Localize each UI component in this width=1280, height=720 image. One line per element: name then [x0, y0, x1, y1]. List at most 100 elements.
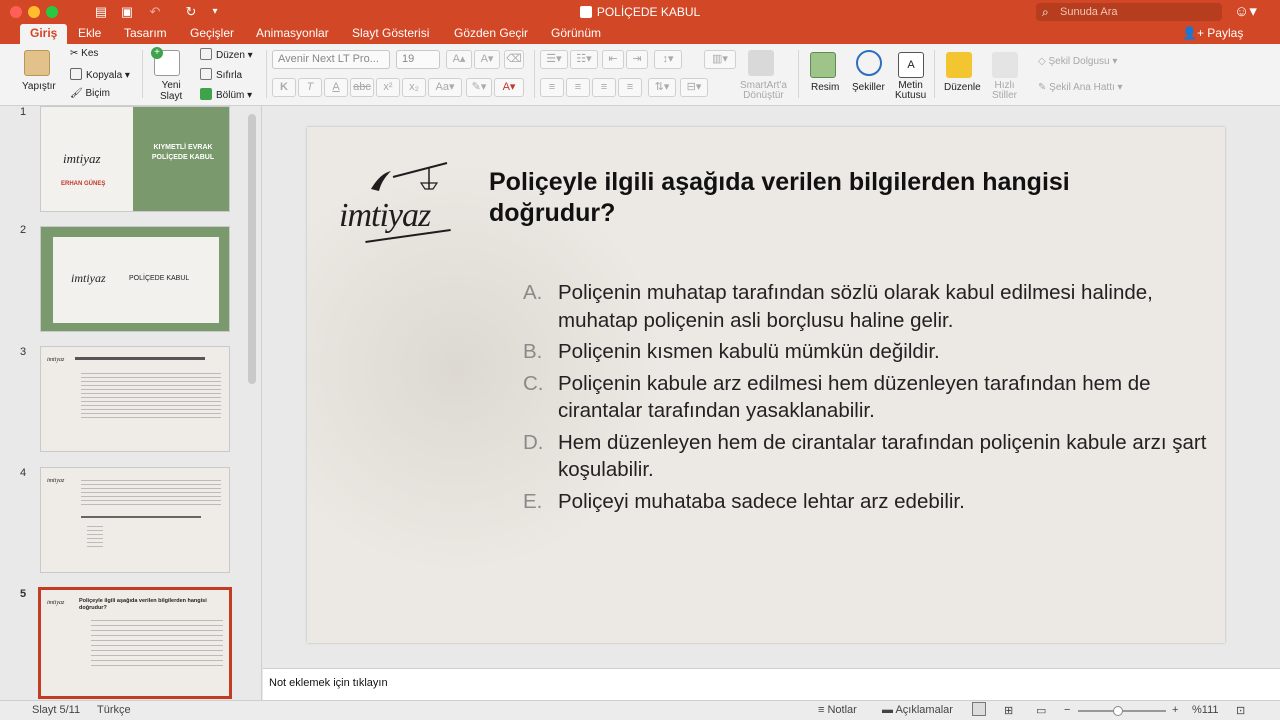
- slide-thumbnail-3[interactable]: imtiyaz: [40, 346, 230, 452]
- font-size-field[interactable]: 19: [396, 50, 440, 69]
- justify-icon[interactable]: ≡: [618, 78, 642, 97]
- align-text-icon[interactable]: ⊟▾: [680, 78, 708, 97]
- reading-view-icon[interactable]: ▭: [1036, 704, 1046, 717]
- tab-view[interactable]: Görünüm: [541, 24, 611, 44]
- tab-slideshow[interactable]: Slayt Gösterisi: [342, 24, 439, 44]
- smartart-icon[interactable]: [748, 50, 774, 76]
- copy-button[interactable]: Kopyala ▾: [70, 68, 130, 81]
- slide-logo: imtiyaz: [339, 197, 431, 234]
- cut-button[interactable]: ✂ Kes: [70, 48, 98, 59]
- reset-button[interactable]: Sıfırla: [200, 68, 242, 81]
- zoom-out-icon[interactable]: −: [1064, 704, 1070, 716]
- slide-title[interactable]: Poliçeyle ilgili aşağıda verilen bilgile…: [489, 167, 1189, 229]
- tab-animations[interactable]: Animasyonlar: [246, 24, 339, 44]
- thumbnail-scrollbar[interactable]: [248, 114, 256, 384]
- quick-styles-button[interactable]: Hızlı Stiller: [992, 81, 1017, 101]
- thumb-logo: imtiyaz: [47, 478, 65, 484]
- bold-button[interactable]: K: [272, 78, 296, 97]
- slide-thumbnail-5[interactable]: imtiyaz Poliçeyle ilgili aşağıda verilen…: [38, 587, 232, 699]
- underline-button[interactable]: A: [324, 78, 348, 97]
- strikethrough-button[interactable]: abc: [350, 78, 374, 97]
- shape-outline-button[interactable]: ✎ Şekil Ana Hattı ▾: [1038, 82, 1123, 93]
- tab-design[interactable]: Tasarım: [114, 24, 177, 44]
- columns-icon[interactable]: ▥▾: [704, 50, 736, 69]
- case-icon[interactable]: Aa▾: [428, 78, 462, 97]
- arrange-icon[interactable]: [946, 52, 972, 78]
- shapes-icon[interactable]: [856, 50, 882, 76]
- bullets-icon[interactable]: ☰▾: [540, 50, 568, 69]
- section-button[interactable]: Bölüm ▾: [200, 88, 252, 101]
- comments-toggle[interactable]: ▬ Açıklamalar: [882, 704, 953, 716]
- increase-indent-icon[interactable]: ⇥: [626, 50, 648, 69]
- superscript-icon[interactable]: x²: [376, 78, 400, 97]
- textbox-icon[interactable]: A: [898, 52, 924, 78]
- feedback-smiley-icon[interactable]: ☺▾: [1234, 3, 1262, 21]
- answer-list[interactable]: A. Poliçenin muhatap tarafından sözlü ola…: [523, 279, 1223, 519]
- separator: [534, 50, 535, 98]
- slide-thumbnail-4[interactable]: imtiyaz: [40, 467, 230, 573]
- decrease-font-icon[interactable]: A▾: [474, 50, 500, 69]
- quick-styles-icon[interactable]: [992, 52, 1018, 78]
- thumb-logo: imtiyaz: [47, 600, 65, 606]
- layout-button[interactable]: Düzen ▾: [200, 48, 253, 61]
- answer-text: Poliçenin muhatap tarafından sözlü olara…: [558, 281, 1153, 332]
- slide-thumbnail-2[interactable]: imtiyaz POLİÇEDE KABUL: [40, 226, 230, 332]
- picture-icon[interactable]: [810, 52, 836, 78]
- picture-button[interactable]: Resim: [811, 82, 839, 93]
- highlight-icon[interactable]: ✎▾: [466, 78, 492, 97]
- clear-format-icon[interactable]: ⌫: [504, 50, 524, 69]
- convert-smartart-button[interactable]: SmartArt'a Dönüştür: [740, 81, 787, 101]
- thumb-body-lines: [81, 373, 221, 419]
- paste-button[interactable]: Yapıştır: [22, 81, 56, 92]
- align-right-icon[interactable]: ≡: [592, 78, 616, 97]
- normal-view-icon[interactable]: [972, 702, 986, 716]
- clipboard-icon[interactable]: [24, 50, 50, 76]
- new-slide-button[interactable]: Yeni Slayt: [160, 80, 182, 102]
- zoom-level[interactable]: %111: [1192, 704, 1219, 716]
- slide-number: 5: [20, 588, 27, 600]
- slide-thumbnail-1[interactable]: imtiyaz KIYMETLİ EVRAK POLİÇEDE KABUL ER…: [40, 106, 230, 212]
- share-button[interactable]: 👤+ Paylaş: [1182, 24, 1243, 42]
- format-painter-button[interactable]: 🖌 Biçim: [70, 88, 110, 99]
- separator: [142, 50, 143, 98]
- zoom-in-icon[interactable]: +: [1172, 704, 1178, 716]
- align-center-icon[interactable]: ≡: [566, 78, 590, 97]
- new-slide-icon[interactable]: +: [151, 47, 180, 76]
- slide-counter: Slayt 5/11: [32, 704, 81, 716]
- zoom-slider-handle[interactable]: [1112, 706, 1123, 716]
- subscript-icon[interactable]: x₂: [402, 78, 426, 97]
- font-name-field[interactable]: Avenir Next LT Pro...: [272, 50, 390, 69]
- textbox-button[interactable]: Metin Kutusu: [895, 81, 926, 101]
- text-direction-icon[interactable]: ⇅▾: [648, 78, 676, 97]
- numbering-icon[interactable]: ☷▾: [570, 50, 598, 69]
- thumb-logo: imtiyaz: [63, 151, 101, 166]
- slide-number: 3: [20, 346, 27, 358]
- notes-toggle[interactable]: ≡ Notlar: [818, 704, 857, 716]
- thumb-logo: imtiyaz: [47, 357, 65, 363]
- language-indicator[interactable]: Türkçe: [97, 704, 131, 716]
- slide-sorter-icon[interactable]: ⊞: [1004, 704, 1013, 717]
- line-spacing-icon[interactable]: ↕▾: [654, 50, 682, 69]
- fit-to-window-icon[interactable]: ⊡: [1236, 704, 1245, 717]
- tab-review[interactable]: Gözden Geçir: [444, 24, 538, 44]
- align-left-icon[interactable]: ≡: [540, 78, 564, 97]
- copy-icon: [70, 68, 82, 80]
- reset-label: Sıfırla: [216, 70, 243, 81]
- shapes-button[interactable]: Şekiller: [852, 82, 885, 93]
- tab-home[interactable]: Giriş: [20, 24, 68, 44]
- shape-fill-button[interactable]: ◇ Şekil Dolgusu ▾: [1038, 56, 1117, 67]
- new-slide-label-1: Yeni: [161, 80, 181, 91]
- italic-button[interactable]: T: [298, 78, 322, 97]
- increase-font-icon[interactable]: A▴: [446, 50, 472, 69]
- current-slide[interactable]: imtiyaz Poliçeyle ilgili aşağıda verilen…: [307, 127, 1225, 643]
- search-placeholder: Sunuda Ara: [1060, 6, 1118, 18]
- notes-pane[interactable]: Not eklemek için tıklayın: [263, 668, 1280, 700]
- font-color-icon[interactable]: A▾: [494, 78, 524, 97]
- search-box[interactable]: ⌕ Sunuda Ara: [1036, 3, 1222, 21]
- arrange-button[interactable]: Düzenle: [944, 82, 981, 93]
- title-bar: ▤ ▣ ↶ ↻ ▾ POLİÇEDE KABUL ⌕ Sunuda Ara ☺▾: [0, 0, 1280, 24]
- answer-option: B. Poliçenin kısmen kabulü mümkün değildi…: [523, 338, 1223, 366]
- decrease-indent-icon[interactable]: ⇤: [602, 50, 624, 69]
- tab-transitions[interactable]: Geçişler: [180, 24, 244, 44]
- tab-insert[interactable]: Ekle: [68, 24, 111, 44]
